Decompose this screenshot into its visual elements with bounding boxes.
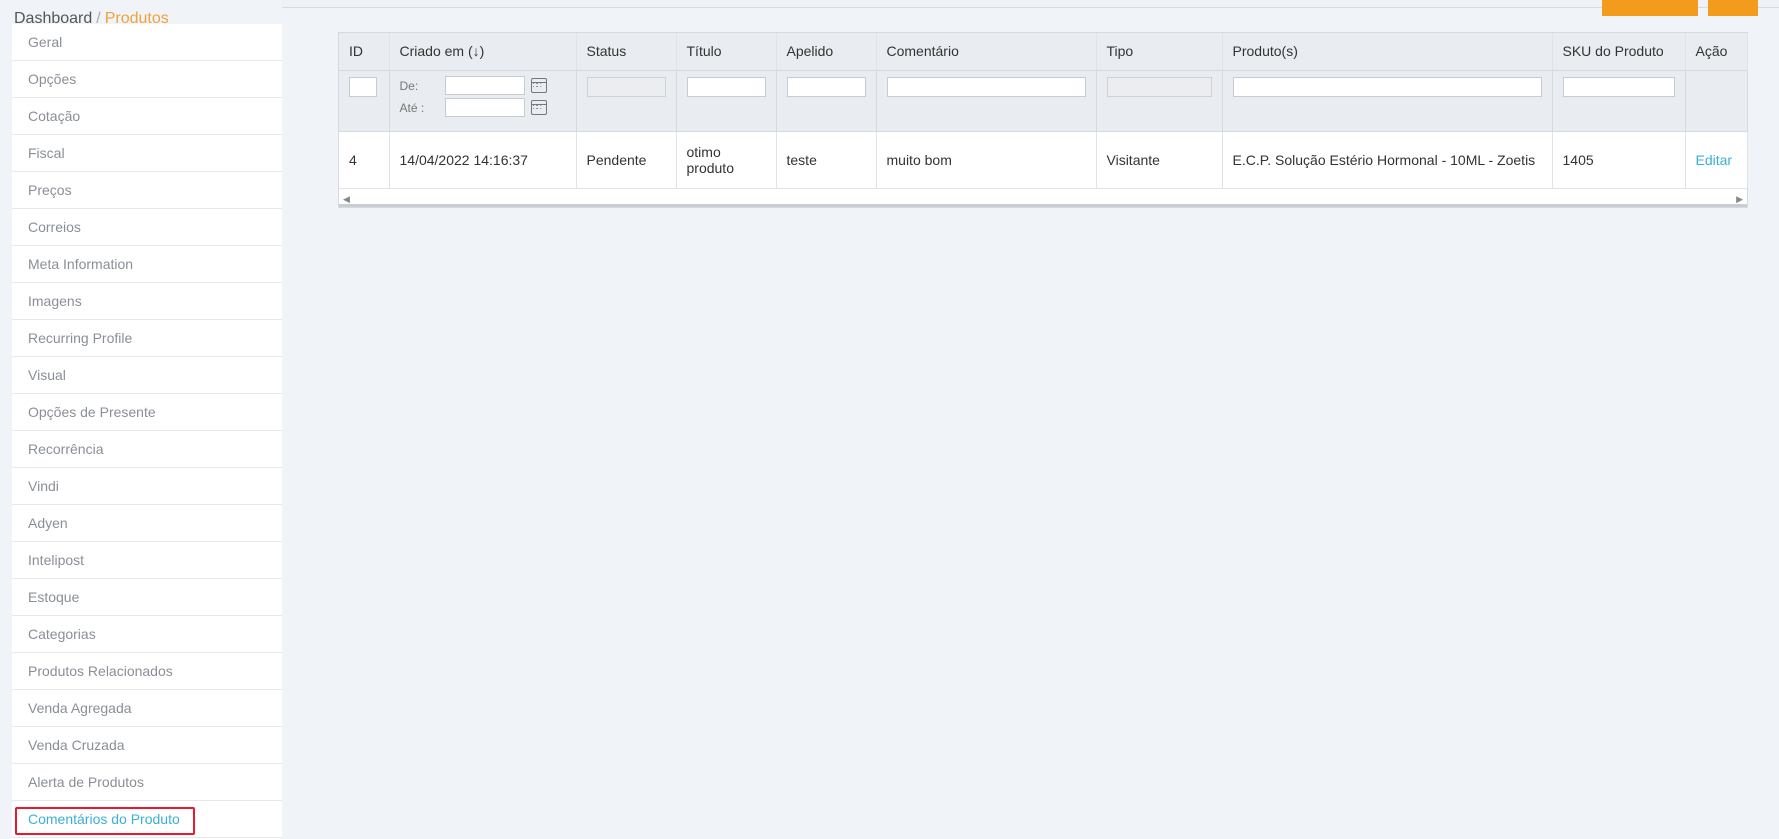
sidebar-item-opcoes-de-presente[interactable]: Opções de Presente [12, 394, 282, 431]
sidebar-item-precos[interactable]: Preços [12, 172, 282, 209]
date-to-label: Até : [399, 100, 425, 115]
grid-filter-row: De: Até : [339, 70, 1748, 132]
sidebar-item-label: Recurring Profile [28, 330, 133, 346]
calendar-icon[interactable] [530, 78, 547, 93]
cell-id: 4 [339, 131, 390, 188]
sidebar-item-venda-agregada[interactable]: Venda Agregada [12, 690, 282, 727]
sidebar-item-venda-cruzada[interactable]: Venda Cruzada [12, 727, 282, 764]
sidebar-item-estoque[interactable]: Estoque [12, 579, 282, 616]
sidebar-item-correios[interactable]: Correios [12, 209, 282, 246]
col-header-action: Ação [1685, 33, 1748, 71]
toolbar-button-secondary[interactable] [1708, 0, 1758, 16]
table-row[interactable]: 4 14/04/2022 14:16:37 Pendente otimo produt… [339, 131, 1748, 188]
sidebar-item-label: Estoque [28, 589, 80, 605]
cell-product: E.C.P. Solução Estério Hormonal - 10ML -… [1222, 131, 1553, 188]
breadcrumb-root[interactable]: Dashboard [14, 10, 92, 27]
sidebar-item-label: Correios [28, 219, 81, 235]
breadcrumb-separator: / [96, 10, 101, 27]
col-header-created[interactable]: Criado em (↓) [389, 33, 577, 71]
sidebar-item-label: Recorrência [28, 441, 104, 457]
col-header-sku[interactable]: SKU do Produto [1552, 33, 1686, 71]
sidebar-item-meta-information[interactable]: Meta Information [12, 246, 282, 283]
col-header-comment[interactable]: Comentário [876, 33, 1097, 71]
cell-type: Visitante [1096, 131, 1223, 188]
sidebar-item-visual[interactable]: Visual [12, 357, 282, 394]
sidebar-item-label: Imagens [28, 293, 82, 309]
sidebar-item-label: Fiscal [28, 145, 65, 161]
sidebar-item-label: Opções [28, 71, 77, 87]
filter-title-input[interactable] [686, 76, 766, 97]
sidebar-item-alerta-de-produtos[interactable]: Alerta de Produtos [12, 764, 282, 801]
edit-link[interactable]: Editar [1685, 131, 1748, 188]
sidebar-item-label: Geral [28, 34, 63, 50]
sidebar-item-label: Categorias [28, 626, 96, 642]
sidebar-item-adyen[interactable]: Adyen [12, 505, 282, 542]
horizontal-scrollbar[interactable]: ◀ ▶ [339, 188, 1747, 207]
filter-product-input[interactable] [1232, 76, 1542, 97]
cell-status: Pendente [576, 131, 677, 188]
filter-id-input[interactable] [349, 76, 377, 97]
filter-type-select[interactable] [1106, 76, 1212, 97]
sidebar-item-label: Venda Agregada [28, 700, 132, 716]
filter-comment-input[interactable] [886, 76, 1086, 97]
sidebar-item-categorias[interactable]: Categorias [12, 616, 282, 653]
cell-created: 14/04/2022 14:16:37 [389, 131, 577, 188]
comments-grid: ID Criado em (↓) Status Título Apelido C… [338, 32, 1748, 208]
filter-action-cell [1685, 70, 1748, 132]
cell-nickname: teste [776, 131, 877, 188]
breadcrumb: Dashboard / Produtos [14, 10, 169, 28]
date-filter: De: Até : [400, 75, 566, 119]
col-header-type[interactable]: Tipo [1096, 33, 1223, 71]
active-item-highlight [15, 807, 195, 835]
col-header-nickname[interactable]: Apelido [776, 33, 877, 71]
sidebar-item-label: Visual [28, 367, 66, 383]
sidebar-item-label: Meta Information [28, 256, 134, 272]
sidebar-item-label: Adyen [28, 515, 68, 531]
scrollbar-thumb[interactable] [339, 204, 1747, 207]
cell-comment: muito bom [876, 131, 1097, 188]
sidebar-item-label: Venda Cruzada [28, 737, 125, 753]
col-header-product[interactable]: Produto(s) [1222, 33, 1553, 71]
main-content: ID Criado em (↓) Status Título Apelido C… [282, 0, 1779, 839]
sidebar: Geral Opções Cotação Fiscal Preços Correios Me… [0, 0, 282, 839]
sidebar-item-geral[interactable]: Geral [12, 24, 282, 61]
sidebar-item-intelipost[interactable]: Intelipost [12, 542, 282, 579]
cell-sku: 1405 [1552, 131, 1686, 188]
sidebar-item-recurring-profile[interactable]: Recurring Profile [12, 320, 282, 357]
sidebar-item-vindi[interactable]: Vindi [12, 468, 282, 505]
sidebar-item-label: Intelipost [28, 552, 85, 568]
filter-sku-input[interactable] [1562, 76, 1675, 97]
sidebar-item-fiscal[interactable]: Fiscal [12, 135, 282, 172]
col-header-id[interactable]: ID [339, 33, 390, 71]
sidebar-menu: Geral Opções Cotação Fiscal Preços Correios Me… [12, 24, 282, 838]
sidebar-item-label: Alerta de Produtos [28, 774, 144, 790]
grid-header-row: ID Criado em (↓) Status Título Apelido C… [339, 33, 1748, 71]
sidebar-item-label: Opções de Presente [28, 404, 156, 420]
filter-status-select[interactable] [586, 76, 666, 97]
date-from-input[interactable] [444, 76, 525, 95]
date-to-input[interactable] [444, 98, 525, 117]
sidebar-item-label: Cotação [28, 108, 81, 124]
toolbar-button-primary[interactable] [1602, 0, 1698, 16]
cell-title: otimo produto [676, 131, 777, 188]
col-header-status[interactable]: Status [576, 33, 677, 71]
sidebar-item-recorrencia[interactable]: Recorrência [12, 431, 282, 468]
date-from-label: De: [399, 78, 419, 93]
sidebar-item-imagens[interactable]: Imagens [12, 283, 282, 320]
col-header-title[interactable]: Título [676, 33, 777, 71]
breadcrumb-current: Produtos [104, 10, 169, 27]
sidebar-item-label: Preços [28, 182, 72, 198]
calendar-icon[interactable] [530, 100, 547, 115]
sidebar-item-label: Produtos Relacionados [28, 663, 173, 679]
sidebar-item-cotacao[interactable]: Cotação [12, 98, 282, 135]
sidebar-item-opcoes[interactable]: Opções [12, 61, 282, 98]
filter-nickname-input[interactable] [786, 76, 866, 97]
sidebar-item-label: Vindi [28, 478, 59, 494]
sidebar-item-produtos-relacionados[interactable]: Produtos Relacionados [12, 653, 282, 690]
sidebar-item-comentarios-do-produto[interactable]: Comentários do Produto [12, 801, 282, 838]
